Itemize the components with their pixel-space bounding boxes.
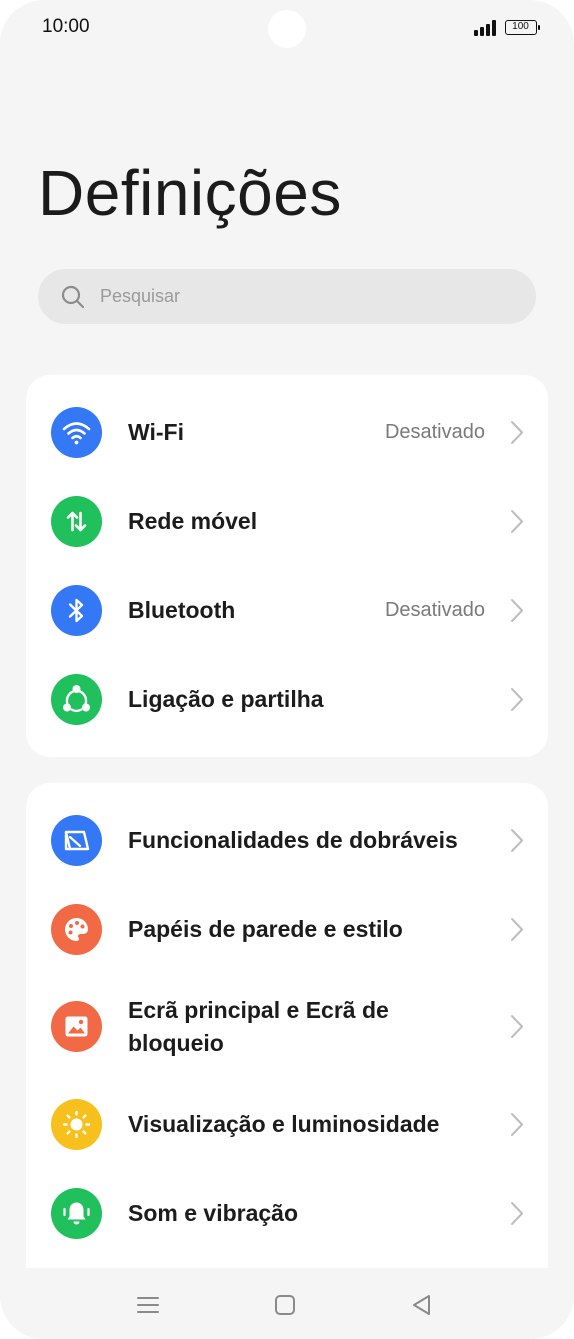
- chevron-right-icon: [511, 1202, 523, 1225]
- home-screen-icon: [51, 1001, 102, 1052]
- chevron-right-icon: [511, 918, 523, 941]
- battery-icon: 100: [505, 20, 540, 35]
- mobile-data-icon: [51, 496, 102, 547]
- settings-item-label: Ligação e partilha: [128, 686, 324, 712]
- wifi-icon: [51, 407, 102, 458]
- signal-icon: [474, 20, 498, 36]
- settings-item-wifi[interactable]: Wi-Fi Desativado: [26, 388, 548, 477]
- navigation-bar: [0, 1268, 574, 1339]
- chevron-right-icon: [511, 829, 523, 852]
- foldable-icon: [51, 815, 102, 866]
- home-icon[interactable]: [270, 1290, 300, 1320]
- chevron-right-icon: [511, 510, 523, 533]
- back-icon[interactable]: [407, 1290, 437, 1320]
- page-title: Definições: [38, 157, 342, 229]
- settings-item-display-brightness[interactable]: Visualização e luminosidade: [26, 1080, 548, 1169]
- chevron-right-icon: [511, 688, 523, 711]
- chevron-right-icon: [511, 1015, 523, 1038]
- settings-item-home-lock-screen[interactable]: Ecrã principal e Ecrã de bloqueio: [26, 974, 548, 1080]
- search-input[interactable]: [100, 269, 520, 324]
- settings-item-mobile-network[interactable]: Rede móvel: [26, 477, 548, 566]
- settings-item-wallpaper-style[interactable]: Papéis de parede e estilo: [26, 885, 548, 974]
- settings-item-label: Rede móvel: [128, 508, 258, 534]
- settings-item-label: Papéis de parede e estilo: [128, 916, 403, 942]
- status-bar: 10:00 100: [0, 0, 574, 58]
- settings-group-personalisation: Funcionalidades de dobráveis Papéis de p…: [26, 783, 548, 1303]
- menu-icon[interactable]: [133, 1290, 163, 1320]
- settings-item-value: Desativado: [384, 421, 485, 443]
- chevron-right-icon: [511, 599, 523, 622]
- settings-item-label: Som e vibração: [128, 1200, 299, 1226]
- brightness-icon: [51, 1099, 102, 1150]
- settings-group-connectivity: Wi-Fi Desativado Rede móvel Bluetooth De…: [26, 375, 548, 757]
- settings-item-value: Desativado: [384, 599, 485, 621]
- palette-icon: [51, 904, 102, 955]
- connection-share-icon: [51, 674, 102, 725]
- status-time: 10:00: [42, 16, 90, 37]
- chevron-right-icon: [511, 1113, 523, 1136]
- bell-icon: [51, 1188, 102, 1239]
- settings-item-label: Funcionalidades de dobráveis: [128, 827, 458, 853]
- search-icon: [61, 285, 85, 309]
- settings-item-label: Visualização e luminosidade: [128, 1111, 440, 1137]
- bluetooth-icon: [51, 585, 102, 636]
- front-camera-cutout: [268, 10, 306, 48]
- settings-item-connection-share[interactable]: Ligação e partilha: [26, 655, 548, 744]
- settings-item-sound-vibration[interactable]: Som e vibração: [26, 1169, 548, 1258]
- settings-item-bluetooth[interactable]: Bluetooth Desativado: [26, 566, 548, 655]
- settings-item-foldable[interactable]: Funcionalidades de dobráveis: [26, 796, 548, 885]
- search-bar[interactable]: [38, 269, 536, 324]
- phone-screen: 10:00 100 Definições Pesquisar Wi-Fi Des…: [0, 0, 574, 1339]
- battery-level: 100: [512, 21, 529, 32]
- settings-item-label: Ecrã principal e Ecrã de bloqueio: [128, 997, 389, 1056]
- chevron-right-icon: [511, 421, 523, 444]
